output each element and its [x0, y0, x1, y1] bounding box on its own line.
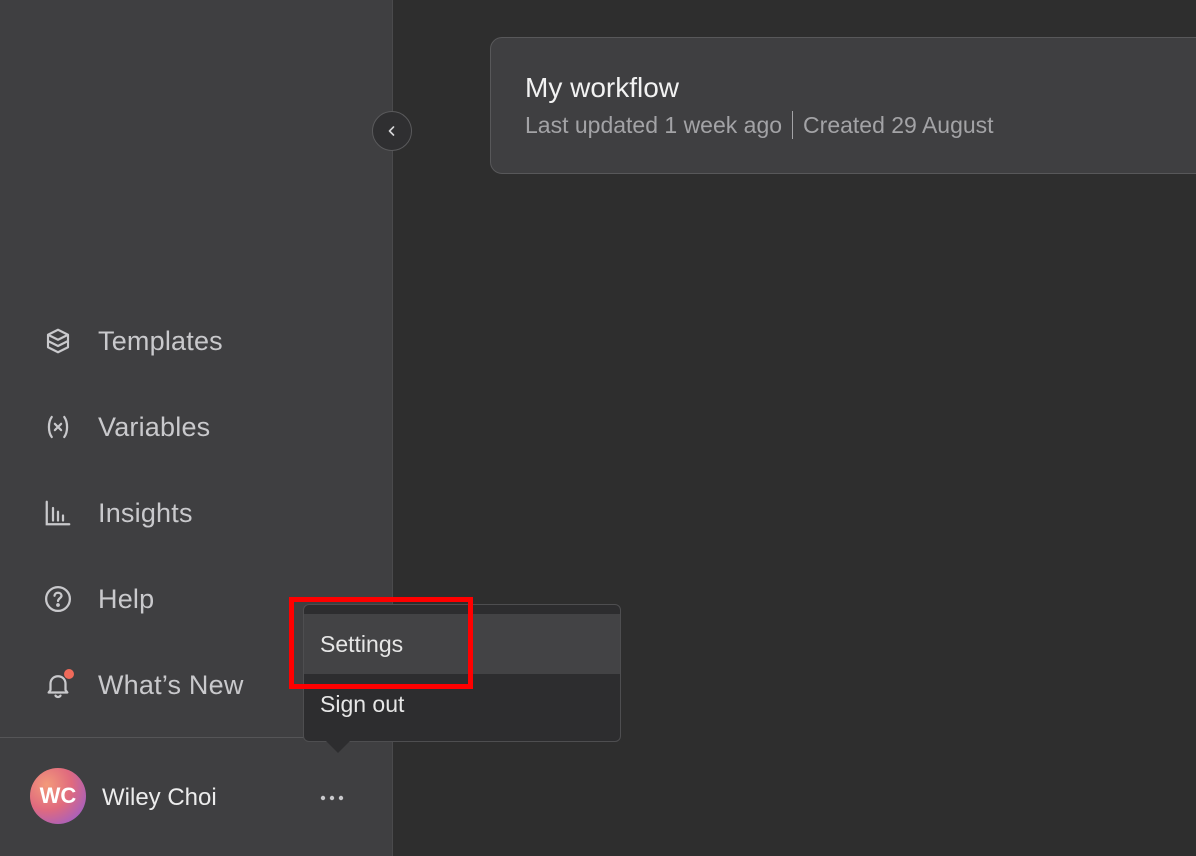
sidebar-item-label: Templates — [98, 325, 223, 356]
user-menu: Settings Sign out — [303, 604, 621, 742]
menu-item-sign-out[interactable]: Sign out — [304, 674, 620, 734]
sidebar-item-insights[interactable]: Insights — [0, 470, 393, 556]
templates-icon — [42, 325, 74, 357]
sidebar-item-label: Insights — [98, 497, 193, 528]
more-options-button[interactable] — [312, 782, 352, 814]
variables-icon — [42, 411, 74, 443]
menu-item-settings[interactable]: Settings — [304, 614, 620, 674]
workflow-meta: Last updated 1 week ago Created 29 August — [525, 111, 994, 139]
workflow-title: My workflow — [525, 72, 680, 103]
notification-dot — [64, 669, 74, 679]
help-icon — [42, 583, 74, 615]
last-updated-text: Last updated 1 week ago — [525, 112, 783, 138]
app-window: Templates Variables Insights Help What’s… — [0, 0, 1196, 856]
chevron-left-icon — [388, 126, 395, 136]
user-name[interactable]: Wiley Choi — [102, 784, 217, 812]
created-text: Created 29 August — [803, 112, 994, 138]
collapse-sidebar-button[interactable] — [372, 111, 412, 151]
sidebar-footer: WC Wiley Choi — [0, 737, 393, 856]
sidebar-item-variables[interactable]: Variables — [0, 384, 393, 470]
meta-divider — [792, 111, 794, 139]
bell-icon — [42, 669, 74, 701]
menu-pointer — [326, 741, 350, 753]
avatar[interactable]: WC — [30, 768, 86, 824]
insights-icon — [42, 497, 74, 529]
ellipsis-icon — [320, 795, 344, 801]
sidebar-item-templates[interactable]: Templates — [0, 298, 393, 384]
sidebar-item-label: What’s New — [98, 669, 244, 700]
sidebar-item-label: Help — [98, 583, 155, 614]
sidebar-item-label: Variables — [98, 411, 211, 442]
workflow-card[interactable]: My workflow Last updated 1 week ago Creat… — [490, 37, 1196, 174]
